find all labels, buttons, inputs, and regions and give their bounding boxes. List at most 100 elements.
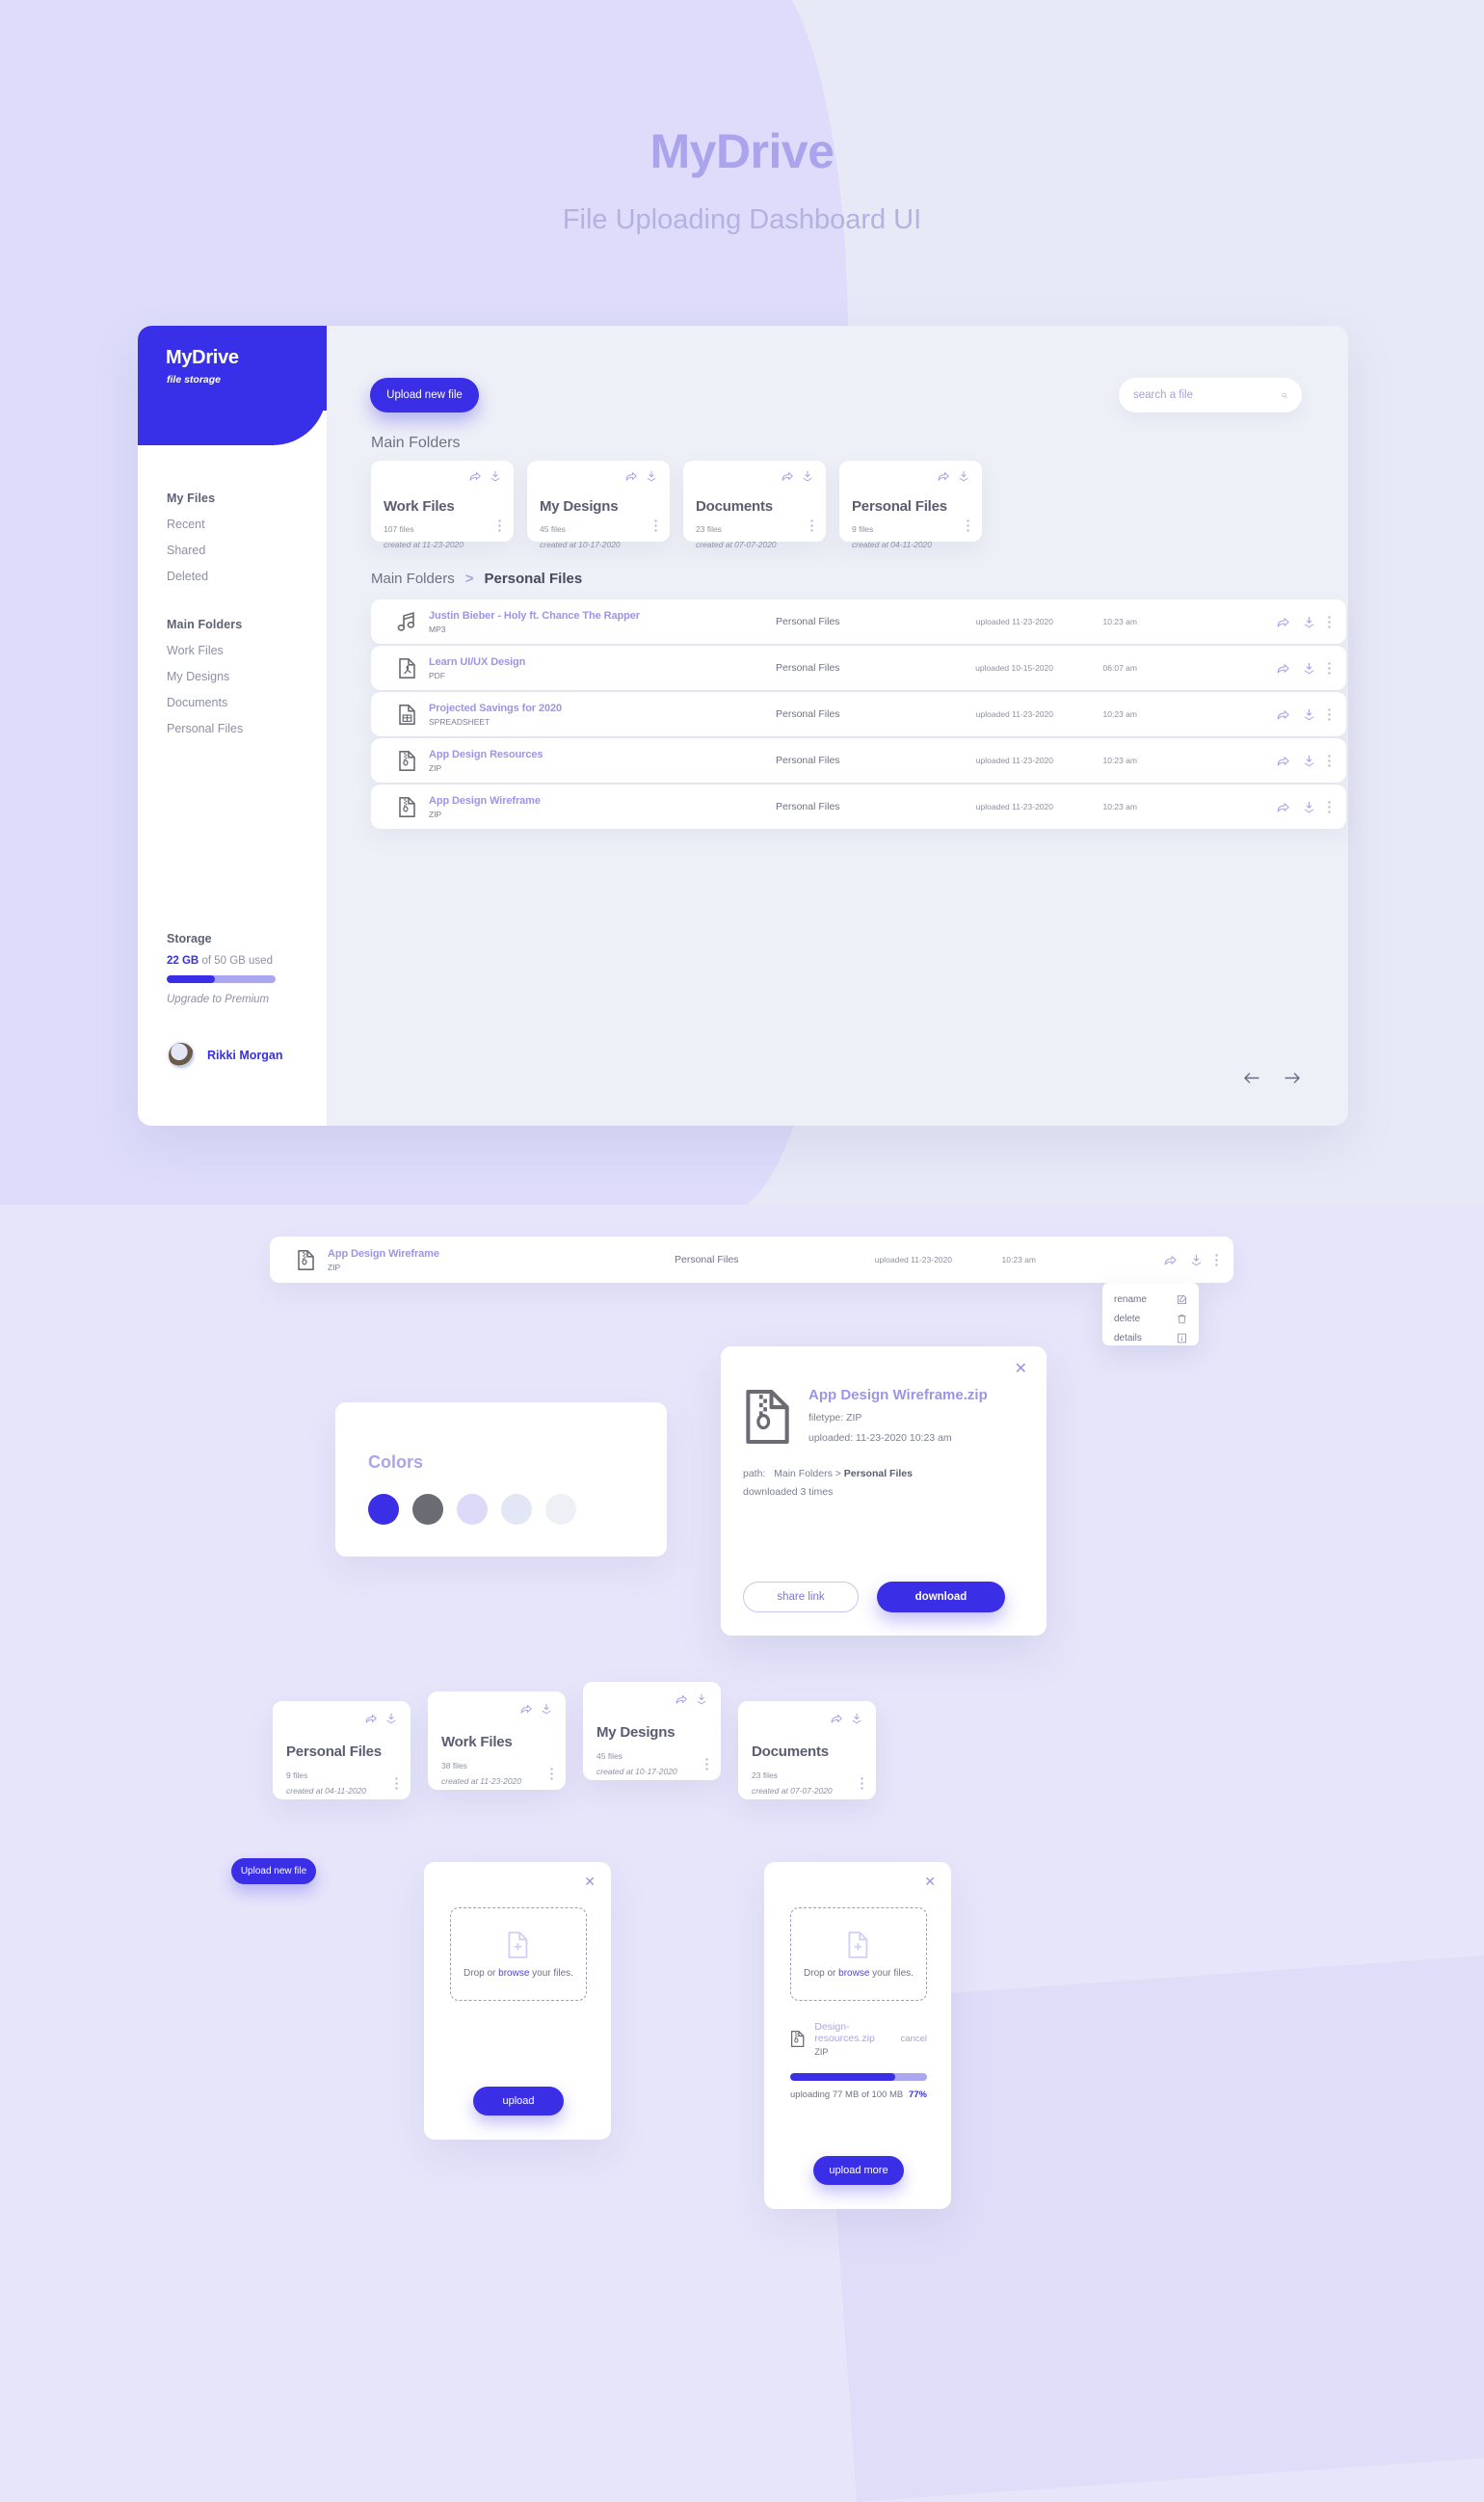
share-icon[interactable] [781, 469, 794, 483]
user-profile[interactable]: Rikki Morgan [167, 1041, 283, 1070]
download-button[interactable]: download [877, 1582, 1005, 1612]
more-options-icon[interactable] [550, 1768, 553, 1780]
folder-card[interactable]: Work Files 107 files created at 11-23-20… [371, 461, 514, 549]
more-options-icon[interactable] [654, 519, 657, 532]
download-icon[interactable] [1302, 800, 1316, 814]
dropzone[interactable]: Drop or browse your files. [790, 1907, 927, 2001]
context-demo-row[interactable]: App Design Wireframe ZIP Personal Files … [270, 1237, 1233, 1283]
context-menu-item-details[interactable]: details [1102, 1328, 1199, 1347]
close-icon[interactable]: ✕ [1015, 1362, 1027, 1377]
folder-card-created: created at 10-17-2020 [596, 1767, 677, 1776]
download-icon[interactable] [1302, 661, 1316, 676]
upload-more-button[interactable]: upload more [813, 2156, 904, 2185]
share-icon[interactable] [1276, 615, 1290, 629]
sidebar-item-shared[interactable]: Shared [167, 544, 327, 557]
file-name: App Design Wireframe [429, 794, 541, 807]
upload-button[interactable]: upload [473, 2087, 564, 2116]
close-icon[interactable]: ✕ [584, 1875, 596, 1888]
folder-card[interactable]: My Designs 45 files created at 10-17-202… [527, 461, 670, 549]
color-swatch-2[interactable] [412, 1494, 443, 1525]
download-icon[interactable] [489, 469, 502, 483]
folder-card[interactable]: Documents 23 files created at 07-07-2020 [738, 1701, 876, 1799]
breadcrumb-root[interactable]: Main Folders [371, 571, 455, 587]
more-options-icon[interactable] [705, 1758, 708, 1770]
upgrade-to-premium-link[interactable]: Upgrade to Premium [167, 994, 302, 1005]
sidebar-item-work-files[interactable]: Work Files [167, 644, 327, 657]
share-icon[interactable] [1276, 754, 1290, 768]
folder-card[interactable]: Documents 23 files created at 07-07-2020 [683, 461, 826, 549]
upload-new-file-tag-button[interactable]: Upload new file [231, 1858, 316, 1884]
dropzone[interactable]: Drop or browse your files. [450, 1907, 587, 2001]
table-row[interactable]: Justin Bieber - Holy ft. Chance The Rapp… [371, 599, 1346, 644]
details-text-block: App Design Wireframe.zip filetype: ZIP u… [808, 1387, 988, 1447]
breadcrumb-current: Personal Files [484, 571, 583, 587]
cancel-upload-link[interactable]: cancel [901, 2034, 927, 2044]
arrow-left-icon[interactable] [1242, 1071, 1260, 1085]
sidebar-item-documents[interactable]: Documents [167, 696, 327, 709]
upload-new-file-button[interactable]: Upload new file [370, 378, 479, 413]
download-icon[interactable] [801, 469, 814, 483]
folder-card[interactable]: Personal Files 9 files created at 04-11-… [839, 461, 982, 549]
share-icon[interactable] [624, 469, 638, 483]
more-options-icon[interactable] [1328, 707, 1331, 721]
table-row[interactable]: Projected Savings for 2020 SPREADSHEET P… [371, 692, 1346, 736]
share-icon[interactable] [519, 1702, 533, 1716]
download-icon[interactable] [645, 469, 658, 483]
more-options-icon[interactable] [395, 1777, 398, 1790]
more-options-icon[interactable] [1328, 800, 1331, 813]
table-row[interactable]: App Design Wireframe ZIP Personal Files … [371, 785, 1346, 829]
download-icon[interactable] [850, 1712, 863, 1725]
breadcrumb: Main Folders > Personal Files [371, 571, 582, 587]
download-icon[interactable] [1302, 707, 1316, 722]
share-icon[interactable] [830, 1712, 843, 1725]
context-menu-item-delete[interactable]: delete [1102, 1309, 1199, 1328]
download-icon[interactable] [695, 1692, 708, 1706]
table-row[interactable]: App Design Resources ZIP Personal Files … [371, 738, 1346, 783]
context-menu-item-rename[interactable]: rename [1102, 1290, 1199, 1309]
share-icon[interactable] [937, 469, 950, 483]
download-icon[interactable] [1302, 615, 1316, 629]
share-link-button[interactable]: share link [743, 1582, 859, 1612]
storage-heading: Storage [167, 932, 212, 945]
share-icon[interactable] [1276, 661, 1290, 676]
sidebar-item-my-designs[interactable]: My Designs [167, 670, 327, 683]
sidebar-item-personal-files[interactable]: Personal Files [167, 722, 327, 735]
share-icon[interactable] [675, 1692, 688, 1706]
color-swatch-4[interactable] [501, 1494, 532, 1525]
more-options-icon[interactable] [1215, 1253, 1218, 1266]
sidebar-item-deleted[interactable]: Deleted [167, 570, 327, 583]
browse-link[interactable]: browse [498, 1968, 529, 1979]
folder-card[interactable]: My Designs 45 files created at 10-17-202… [583, 1682, 721, 1780]
folder-card-created: created at 07-07-2020 [696, 540, 777, 549]
folder-card[interactable]: Personal Files 9 files created at 04-11-… [273, 1701, 411, 1799]
search-box[interactable] [1119, 378, 1302, 413]
more-options-icon[interactable] [861, 1777, 863, 1790]
share-icon[interactable] [468, 469, 482, 483]
more-options-icon[interactable] [967, 519, 969, 532]
file-name-block: App Design Wireframe ZIP [429, 795, 776, 819]
share-icon[interactable] [1276, 800, 1290, 814]
search-input[interactable] [1133, 389, 1282, 401]
color-swatch-5[interactable] [545, 1494, 576, 1525]
share-icon[interactable] [1163, 1253, 1178, 1267]
color-swatch-3[interactable] [457, 1494, 488, 1525]
more-options-icon[interactable] [1328, 615, 1331, 628]
sidebar-item-recent[interactable]: Recent [167, 518, 327, 531]
arrow-right-icon[interactable] [1284, 1071, 1302, 1085]
download-icon[interactable] [1302, 754, 1316, 768]
close-icon[interactable]: ✕ [924, 1875, 936, 1888]
color-swatch-1[interactable] [368, 1494, 399, 1525]
more-options-icon[interactable] [1328, 754, 1331, 767]
share-icon[interactable] [364, 1712, 378, 1725]
browse-link[interactable]: browse [838, 1968, 869, 1979]
download-icon[interactable] [1189, 1253, 1204, 1267]
download-icon[interactable] [384, 1712, 398, 1725]
download-icon[interactable] [957, 469, 970, 483]
more-options-icon[interactable] [1328, 661, 1331, 675]
more-options-icon[interactable] [498, 519, 501, 532]
download-icon[interactable] [540, 1702, 553, 1716]
table-row[interactable]: Learn UI/UX Design PDF Personal Files up… [371, 646, 1346, 690]
share-icon[interactable] [1276, 707, 1290, 722]
more-options-icon[interactable] [810, 519, 813, 532]
folder-card[interactable]: Work Files 38 files created at 11-23-202… [428, 1691, 566, 1790]
